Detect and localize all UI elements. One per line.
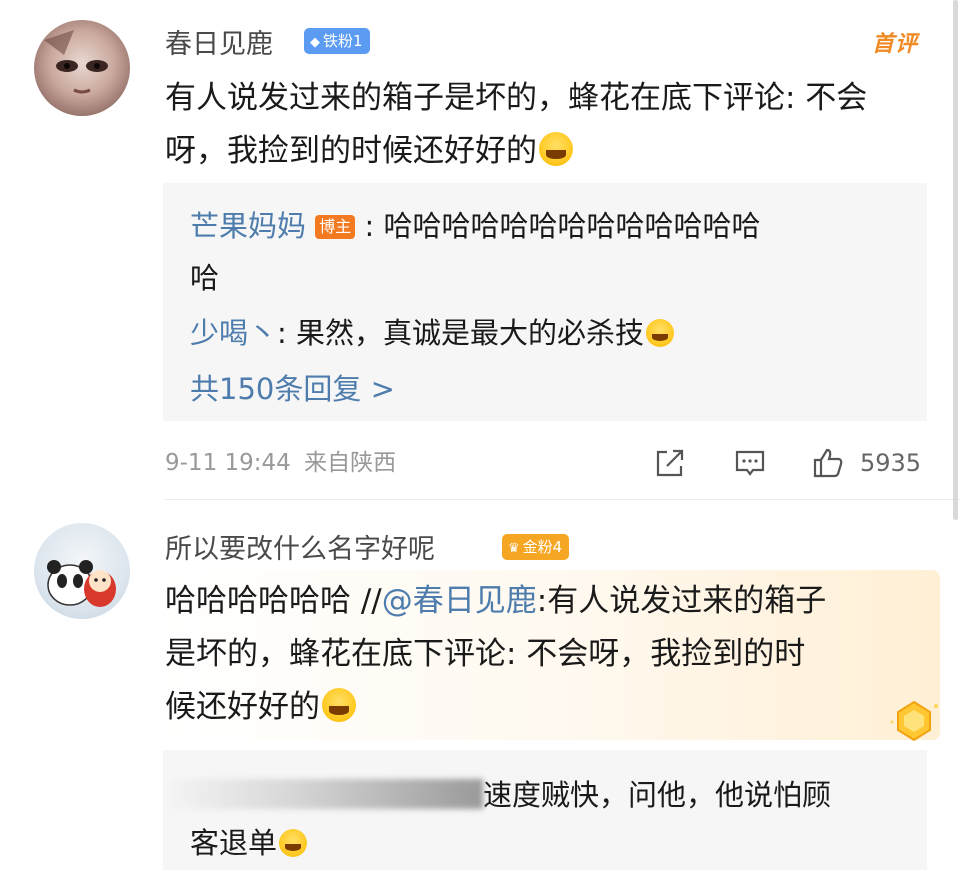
comment-line-2: 是坏的，蜂花在底下评论: 不会呀，我捡到的时 [165, 636, 806, 672]
crown-icon: ♛ [508, 541, 520, 556]
comment-2: 所以要改什么名字好呢 ♛ 金粉4 哈哈哈哈哈哈 //@春日见鹿:有人说发过来的箱子… [0, 0, 960, 870]
reply-text: 速度贼快，问他，他说怕顾 [483, 778, 832, 812]
reply-box[interactable]: 速度贼快，问他，他说怕顾 客退单 [163, 750, 927, 870]
laughing-emoji-icon [279, 829, 308, 857]
laughing-emoji-icon [322, 688, 356, 722]
mention-link[interactable]: @春日见鹿 [382, 583, 537, 619]
comment-text-end: 候还好好的 [165, 689, 320, 725]
avatar[interactable] [34, 523, 130, 619]
comment-line-1: 哈哈哈哈哈哈 //@春日见鹿:有人说发过来的箱子 [165, 575, 925, 628]
star-award-icon [890, 700, 938, 742]
reply-partial-continued: 客退单 [190, 820, 308, 862]
reply-text: 客退单 [190, 826, 278, 860]
reply-partial: 速度贼快，问他，他说怕顾 [163, 772, 923, 814]
comment-line-3: 候还好好的 [165, 681, 925, 734]
comment-text: 哈哈哈哈哈哈 //@春日见鹿:有人说发过来的箱子 是坏的，蜂花在底下评论: 不会… [165, 575, 925, 734]
comment-text-prefix: 哈哈哈哈哈哈 // [165, 583, 382, 619]
fan-badge-label: 金粉4 [522, 538, 563, 556]
blurred-username [163, 779, 483, 809]
fan-badge[interactable]: ♛ 金粉4 [502, 534, 570, 560]
avatar-image [47, 560, 116, 607]
comment-text-rest: :有人说发过来的箱子 [536, 583, 827, 619]
username[interactable]: 所以要改什么名字好呢 [165, 527, 435, 566]
